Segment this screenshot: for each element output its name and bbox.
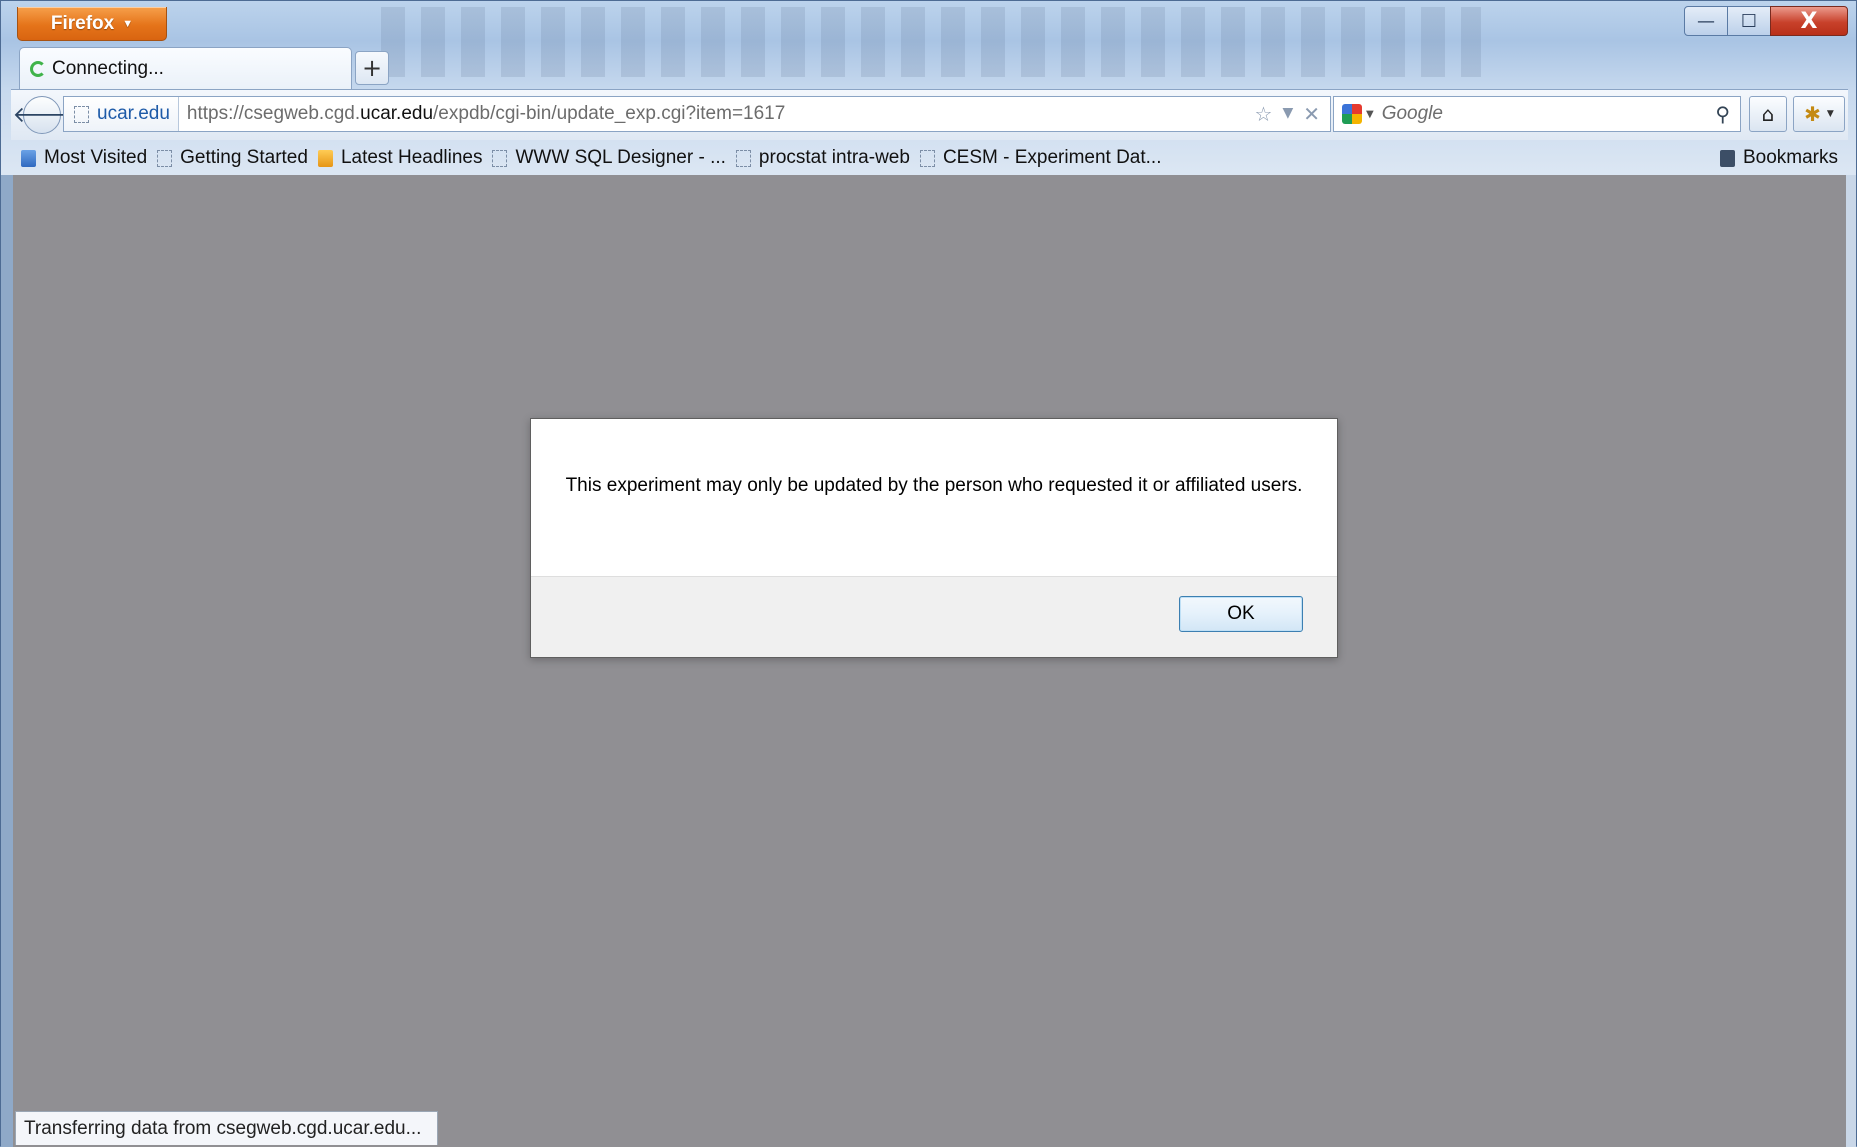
page-icon (735, 149, 751, 167)
bookmark-cesm[interactable]: CESM - Experiment Dat... (919, 147, 1162, 169)
bookmark-most-visited[interactable]: Most Visited (21, 147, 147, 169)
browser-window: Firefox ▼ — ☐ X Connecting... + 🡐 ucar.e… (0, 0, 1857, 1147)
url-bar-icons: ☆ ▼ ✕ (1255, 102, 1330, 126)
home-icon: ⌂ (1761, 102, 1775, 126)
ok-button[interactable]: OK (1179, 596, 1303, 632)
site-identity-button[interactable]: ucar.edu (64, 97, 179, 131)
google-engine-icon[interactable] (1342, 104, 1362, 124)
chevron-down-icon: ▼ (122, 17, 134, 30)
firefox-menu-label: Firefox (50, 12, 115, 34)
page-icon (157, 149, 173, 167)
bookmarks-menu-button[interactable]: Bookmarks (1719, 147, 1838, 169)
page-icon (919, 149, 935, 167)
window-right-edge (1846, 175, 1856, 1147)
close-window-button[interactable]: X (1770, 6, 1848, 36)
bookmark-www-sql-designer[interactable]: WWW SQL Designer - ... (492, 147, 726, 169)
bookmark-label: procstat intra-web (758, 147, 910, 168)
bookmarks-toolbar: Most Visited Getting Started Latest Head… (11, 141, 1848, 175)
home-button[interactable]: ⌂ (1749, 96, 1787, 132)
bookmark-getting-started[interactable]: Getting Started (157, 147, 308, 169)
bookmark-label: Getting Started (180, 147, 308, 168)
window-controls: — ☐ X (1684, 6, 1848, 36)
bookmark-label: Most Visited (44, 147, 148, 168)
bookmark-latest-headlines[interactable]: Latest Headlines (317, 147, 483, 169)
minimize-button[interactable]: — (1684, 6, 1728, 36)
alert-message: This experiment may only be updated by t… (565, 475, 1303, 496)
page-icon (492, 149, 508, 167)
bookmark-procstat[interactable]: procstat intra-web (735, 147, 910, 169)
url-prefix: https://csegweb.cgd. (186, 103, 361, 124)
firefox-menu-button[interactable]: Firefox ▼ (17, 7, 167, 41)
url-bar[interactable]: ucar.edu https://csegweb.cgd.ucar.edu/ex… (63, 96, 1331, 132)
tab-title: Connecting... (52, 57, 164, 79)
url-text[interactable]: https://csegweb.cgd.ucar.edu/expdb/cgi-b… (179, 103, 785, 125)
window-left-edge (1, 175, 13, 1147)
site-identity-label: ucar.edu (97, 103, 170, 124)
url-path: /expdb/cgi-bin/update_exp.cgi?item=1617 (433, 103, 786, 124)
bookmark-label: CESM - Experiment Dat... (942, 147, 1162, 168)
page-content-overlay: This experiment may only be updated by t… (13, 175, 1847, 1147)
search-placeholder: Google (1381, 103, 1443, 124)
stop-icon[interactable]: ✕ (1303, 102, 1320, 126)
page-icon (74, 105, 89, 123)
search-engine-caret-icon[interactable]: ▼ (1366, 109, 1374, 120)
loading-spinner-icon (30, 60, 46, 77)
maximize-button[interactable]: ☐ (1727, 6, 1771, 36)
back-button[interactable]: 🡐 (13, 96, 72, 134)
addon-icon: ✱ (1804, 102, 1821, 126)
background-ribbon-ghost (381, 7, 1481, 77)
addon-button[interactable]: ✱ ▼ (1793, 96, 1845, 132)
most-visited-icon (21, 149, 36, 167)
history-dropdown-icon[interactable]: ▼ (1282, 102, 1293, 126)
status-bar: Transferring data from csegweb.cgd.ucar.… (15, 1111, 439, 1145)
status-text: Transferring data from csegweb.cgd.ucar.… (24, 1117, 422, 1139)
navigation-toolbar: 🡐 ucar.edu https://csegweb.cgd.ucar.edu/… (11, 89, 1848, 140)
bookmarks-menu-label: Bookmarks (1742, 147, 1838, 168)
url-domain: ucar.edu (360, 103, 434, 124)
bookmark-star-icon[interactable]: ☆ (1255, 102, 1273, 126)
bookmarks-icon (1719, 149, 1735, 167)
bookmark-label: Latest Headlines (340, 147, 483, 168)
addon-caret-icon: ▼ (1826, 109, 1834, 119)
alert-footer: OK (531, 576, 1337, 657)
rss-icon (317, 149, 333, 167)
new-tab-button[interactable]: + (355, 51, 389, 85)
bookmark-label: WWW SQL Designer - ... (515, 147, 726, 168)
search-bar[interactable]: ▼ Google ⚲ (1333, 96, 1741, 132)
tab-active[interactable]: Connecting... (19, 47, 352, 89)
search-icon[interactable]: ⚲ (1715, 102, 1730, 126)
alert-dialog: This experiment may only be updated by t… (530, 418, 1338, 658)
